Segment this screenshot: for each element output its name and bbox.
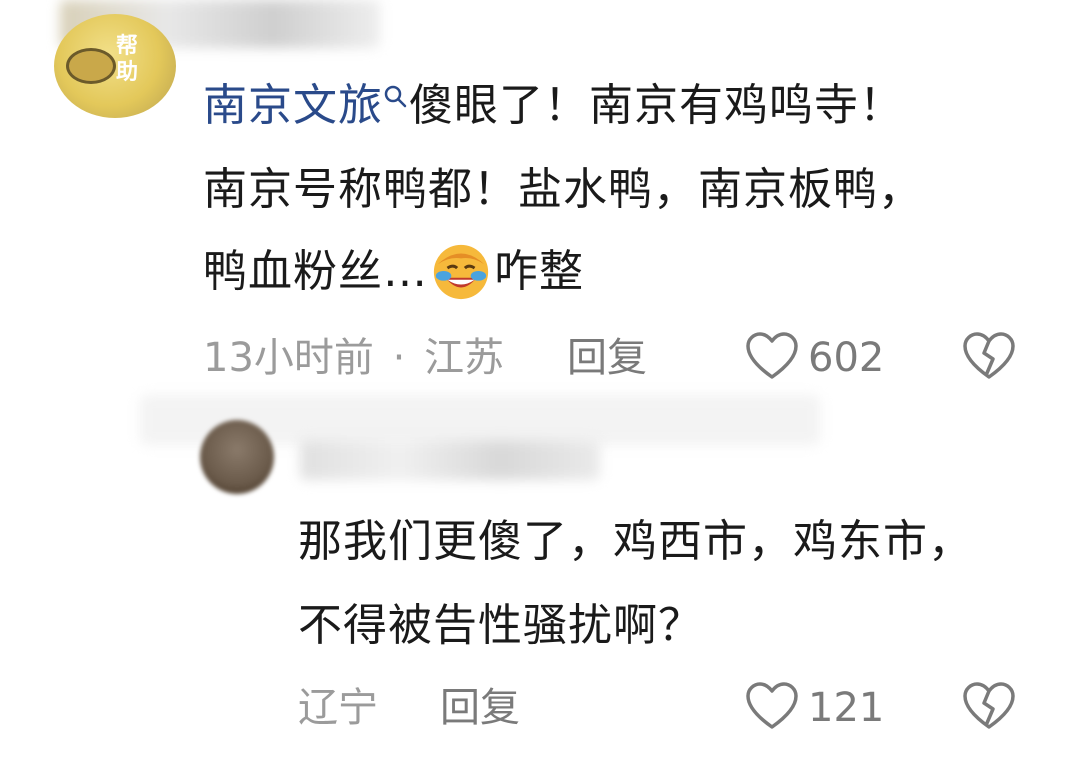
dislike-broken-heart-icon[interactable] xyxy=(962,681,1016,731)
separator-dot: · xyxy=(392,335,406,381)
comment-meta: 13小时前 · 江苏 xyxy=(203,334,504,382)
reply-text-line-1: 那我们更傻了，鸡西市，鸡东市， xyxy=(298,516,973,567)
comment-text-1: 傻眼了！南京有鸡鸣寺！ xyxy=(409,80,904,131)
comment-text-line-2: 南京号称鸭都！盐水鸭，南京板鸭， xyxy=(203,164,923,215)
avatar-face xyxy=(66,48,116,84)
avatar[interactable]: 帮助 xyxy=(54,14,176,118)
timestamp: 13小时前 xyxy=(203,335,374,381)
like-count: 602 xyxy=(808,335,885,381)
comment-text-line-1: 南京文旅 傻眼了！南京有鸡鸣寺！ xyxy=(203,78,904,134)
blurred-reply-username xyxy=(300,440,600,480)
comment-text-3a: 鸭血粉丝… xyxy=(203,246,428,297)
laughing-crying-emoji-icon xyxy=(433,244,489,300)
location: 江苏 xyxy=(424,335,505,381)
dislike-broken-heart-icon[interactable] xyxy=(962,331,1016,381)
reply-button[interactable]: 回复 xyxy=(567,334,647,382)
heart-icon[interactable] xyxy=(745,331,799,381)
like-count-2: 121 xyxy=(808,685,885,731)
reply-avatar[interactable] xyxy=(200,420,274,494)
comment-text-3b: 咋整 xyxy=(494,246,584,297)
heart-icon[interactable] xyxy=(745,681,799,731)
reply-location: 辽宁 xyxy=(298,685,378,731)
avatar-text: 帮助 xyxy=(116,34,139,85)
reply-button-2[interactable]: 回复 xyxy=(440,684,520,732)
author-link[interactable]: 南京文旅 xyxy=(203,80,383,131)
reply-text-line-2: 不得被告性骚扰啊？ xyxy=(298,600,703,651)
comment-text-line-3: 鸭血粉丝… 咋整 xyxy=(203,244,584,301)
search-icon[interactable] xyxy=(383,84,409,110)
